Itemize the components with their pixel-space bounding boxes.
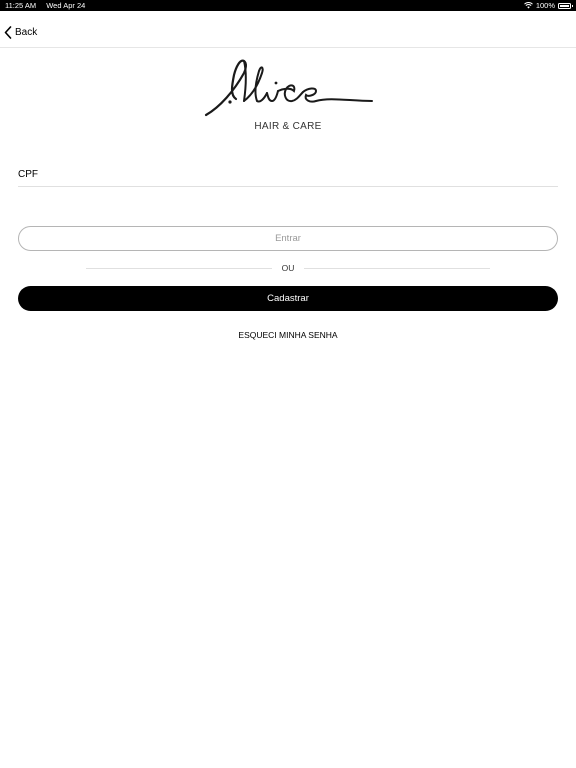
cpf-input[interactable] xyxy=(18,182,558,187)
chevron-left-icon xyxy=(4,26,12,39)
nav-bar: Back xyxy=(0,11,576,48)
or-divider: OU xyxy=(86,262,490,274)
battery-icon xyxy=(558,2,573,9)
forgot-password-link[interactable]: ESQUECI MINHA SENHA xyxy=(0,330,576,340)
wifi-icon xyxy=(523,2,533,9)
entrar-button[interactable]: Entrar xyxy=(18,226,558,251)
brand-subtitle: HAIR & CARE xyxy=(254,121,322,132)
back-label: Back xyxy=(15,27,38,38)
divider-line-right xyxy=(304,268,490,269)
alice-logo xyxy=(204,59,373,117)
battery-percent: 100% xyxy=(535,1,555,10)
cadastrar-button[interactable]: Cadastrar xyxy=(18,286,558,311)
status-bar: 11:25 AM Wed Apr 24 100% xyxy=(0,0,576,11)
status-time: 11:25 AM xyxy=(5,1,37,10)
cpf-label: CPF xyxy=(18,169,38,180)
status-date: Wed Apr 24 xyxy=(46,1,86,10)
back-button[interactable]: Back xyxy=(4,26,37,39)
